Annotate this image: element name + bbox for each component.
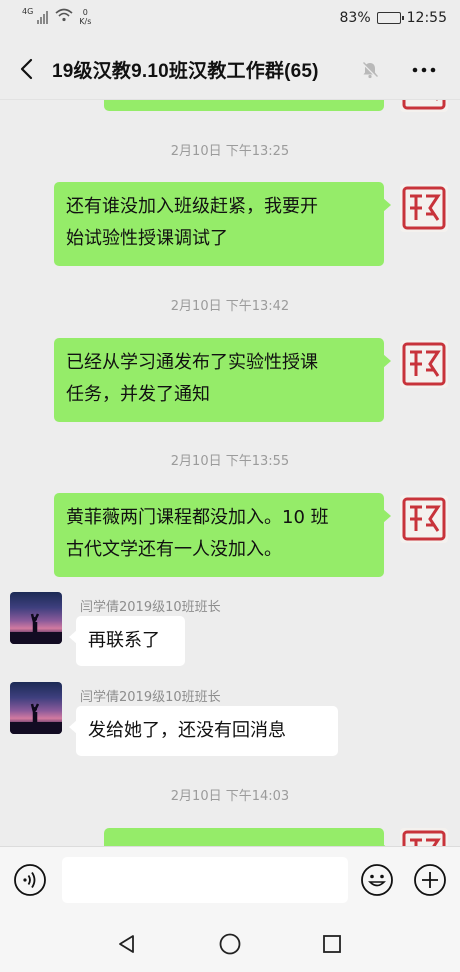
chat-title: 19级汉教9.10班汉教工作群(65) <box>52 61 319 82</box>
seal-icon <box>402 830 446 846</box>
net-speed-unit: K/s <box>79 17 92 26</box>
status-right: 83% 12:55 <box>340 10 447 26</box>
message-line: 始试验性授课调试了 <box>66 228 228 249</box>
network-type: 4G <box>22 7 34 16</box>
sender-name: 闫学倩2019级10班班长 <box>80 600 221 615</box>
sent-message[interactable]: 还有谁没加入班级赶紧，我要开 始试验性授课调试了 <box>54 182 391 266</box>
message-line: 已经从学习通发布了实验性授课 <box>66 352 318 373</box>
silhouette-image <box>10 703 62 734</box>
seal-icon <box>402 186 446 230</box>
message-line: 再联系了 <box>88 630 160 651</box>
sender-avatar[interactable] <box>10 592 62 644</box>
received-message[interactable]: 再联系了 <box>69 616 185 666</box>
wifi-icon <box>55 8 73 22</box>
seal-icon <box>402 100 446 110</box>
my-avatar[interactable] <box>400 100 448 112</box>
timestamp: 2月10日 下午13:42 <box>170 299 290 314</box>
message-line: 发给她了，还没有回消息 <box>88 720 286 741</box>
timestamp: 2月10日 下午13:55 <box>170 454 290 469</box>
sender-avatar[interactable] <box>10 682 62 734</box>
signal-icon <box>37 10 49 24</box>
timestamp: 2月10日 下午13:25 <box>170 144 290 159</box>
mute-icon <box>362 62 378 79</box>
chat-area[interactable]: 2月10日 下午13:25 还有谁没加入班级赶紧，我要开 始试验性授课调试了 2… <box>0 100 460 846</box>
message-line: 黄菲薇两门课程都没加入。10 班 <box>66 507 329 528</box>
sender-name: 闫学倩2019级10班班长 <box>80 690 221 705</box>
net-speed: 0 K/s <box>79 8 91 26</box>
silhouette-image <box>10 613 62 644</box>
status-left: 4G 0 K/s <box>22 7 91 27</box>
nav-back-icon[interactable] <box>116 933 138 955</box>
message-line: 还有谁没加入班级赶紧，我要开 <box>66 196 318 217</box>
message-bubble-partial[interactable] <box>104 828 391 846</box>
nav-recent-icon[interactable] <box>322 934 342 954</box>
timestamp: 2月10日 下午14:03 <box>170 789 290 804</box>
my-avatar[interactable] <box>400 495 448 543</box>
message-line: 古代文学还有一人没加入。 <box>66 539 282 560</box>
seal-icon <box>402 342 446 386</box>
title-bar: 19级汉教9.10班汉教工作群(65) <box>0 38 460 100</box>
nav-home-icon[interactable] <box>218 932 242 956</box>
battery-icon <box>376 12 404 24</box>
sent-message[interactable]: 已经从学习通发布了实验性授课 任务，并发了通知 <box>54 338 391 422</box>
message-line: 任务，并发了通知 <box>66 384 210 405</box>
input-bar <box>0 846 460 912</box>
message-bubble-partial[interactable] <box>104 100 384 111</box>
voice-icon[interactable] <box>13 863 47 897</box>
plus-icon[interactable] <box>413 863 447 897</box>
net-speed-value: 0 <box>82 8 88 17</box>
seal-icon <box>402 497 446 541</box>
clock: 12:55 <box>406 10 447 26</box>
emoji-icon[interactable] <box>360 863 394 897</box>
battery-percent: 83% <box>339 10 371 26</box>
back-icon[interactable] <box>14 55 42 83</box>
status-bar: 4G 0 K/s 83% 12:55 <box>0 0 460 38</box>
my-avatar[interactable] <box>400 184 448 232</box>
my-avatar[interactable] <box>400 828 448 846</box>
sent-message[interactable]: 黄菲薇两门课程都没加入。10 班 古代文学还有一人没加入。 <box>54 493 391 577</box>
system-nav-bar <box>0 912 460 972</box>
more-icon[interactable] <box>408 56 440 84</box>
my-avatar[interactable] <box>400 340 448 388</box>
message-input[interactable] <box>62 857 348 903</box>
received-message[interactable]: 发给她了，还没有回消息 <box>69 706 338 756</box>
